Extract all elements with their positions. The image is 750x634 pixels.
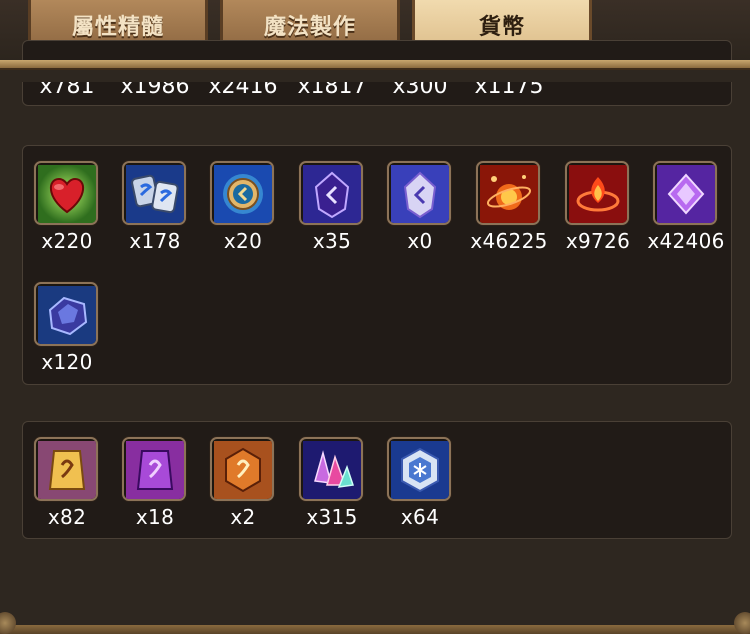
item-count: x315 bbox=[306, 505, 358, 529]
fire-orbit-icon bbox=[476, 161, 540, 225]
coin-icon bbox=[210, 161, 274, 225]
mystic-scroll-purple-icon bbox=[122, 437, 186, 501]
heart-icon bbox=[34, 161, 98, 225]
item-count: x20 bbox=[223, 229, 263, 253]
item-count: x82 bbox=[47, 505, 87, 529]
item-count: x18 bbox=[135, 505, 175, 529]
crystal-shards-icon bbox=[299, 437, 363, 501]
item-count: x64 bbox=[400, 505, 440, 529]
item-count: x178 bbox=[129, 229, 181, 253]
violet-crystal-icon bbox=[299, 161, 363, 225]
item-count: x0 bbox=[407, 229, 433, 253]
ice-hexagon-icon bbox=[387, 437, 451, 501]
item-count: x9726 bbox=[565, 229, 631, 253]
bottom-frame bbox=[0, 625, 750, 634]
item-count: x42406 bbox=[647, 229, 725, 253]
flame-swirl-icon bbox=[565, 161, 629, 225]
item-count: x2 bbox=[230, 505, 256, 529]
purple-diamond-icon bbox=[653, 161, 717, 225]
mystic-scroll-gold-icon bbox=[34, 437, 98, 501]
item-count: x120 bbox=[41, 350, 93, 374]
item-count: x220 bbox=[41, 229, 93, 253]
frame-corner-right bbox=[734, 612, 750, 634]
mystic-scroll-orange-icon bbox=[210, 437, 274, 501]
item-count: x46225 bbox=[470, 229, 548, 253]
rune-pair-icon bbox=[122, 161, 186, 225]
white-crystal-icon bbox=[387, 161, 451, 225]
item-count: x35 bbox=[312, 229, 352, 253]
blue-ore-icon bbox=[34, 282, 98, 346]
